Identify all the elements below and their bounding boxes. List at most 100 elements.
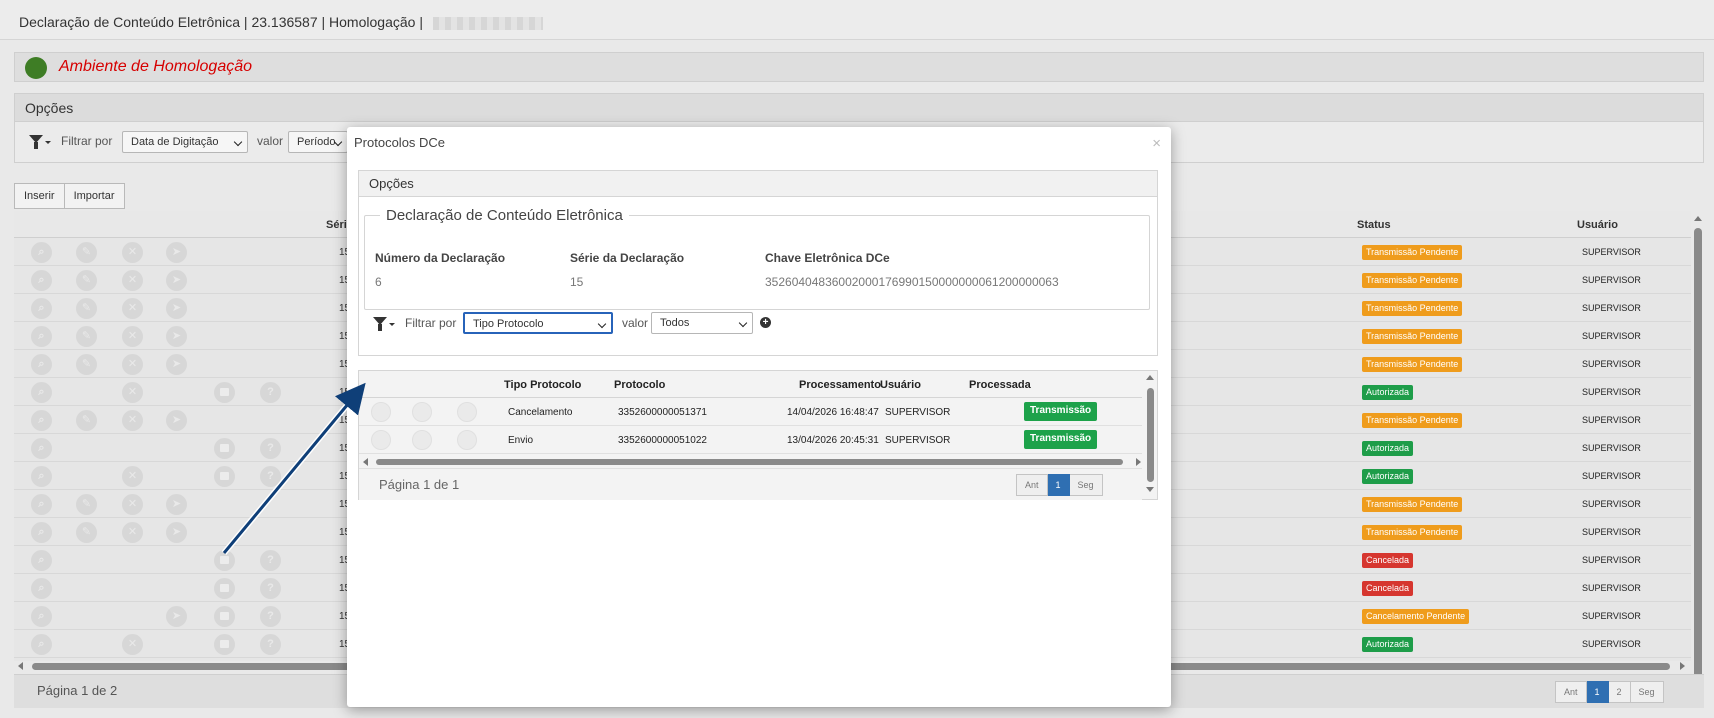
close-icon[interactable]: × (1152, 135, 1161, 152)
column-protocolo[interactable]: Protocolo (614, 379, 665, 391)
document-icon[interactable] (214, 438, 235, 459)
send-icon[interactable]: ➤ (166, 326, 187, 347)
import-button[interactable]: Importar (64, 183, 125, 209)
scroll-up-icon[interactable] (1694, 216, 1702, 221)
search-icon[interactable]: ⌕ (31, 270, 52, 291)
search-icon[interactable]: ⌕ (31, 326, 52, 347)
pager-page-1[interactable]: 1 (1047, 474, 1070, 496)
document-icon[interactable] (412, 430, 432, 450)
scrollbar-thumb[interactable] (1147, 388, 1154, 482)
document-icon[interactable] (214, 578, 235, 599)
scrollbar-thumb[interactable] (1694, 228, 1702, 693)
document-icon[interactable] (214, 382, 235, 403)
filter-select[interactable]: Data de Digitação (122, 131, 248, 153)
column-usuario[interactable]: Usuário (880, 379, 921, 391)
help-icon[interactable]: ? (260, 634, 281, 655)
pager-page-2[interactable]: 2 (1608, 681, 1631, 703)
search-icon[interactable]: ⌕ (31, 382, 52, 403)
help-icon[interactable]: ? (260, 578, 281, 599)
download-icon[interactable] (457, 430, 477, 450)
pager-next[interactable]: Seg (1630, 681, 1664, 703)
cancel-icon[interactable]: ✕ (122, 270, 143, 291)
insert-button[interactable]: Inserir (14, 183, 65, 209)
pager-next[interactable]: Seg (1069, 474, 1103, 496)
scroll-left-icon[interactable] (18, 662, 23, 670)
document-icon[interactable] (412, 402, 432, 422)
document-icon[interactable] (214, 466, 235, 487)
help-icon[interactable]: ? (260, 382, 281, 403)
search-icon[interactable]: ⌕ (31, 522, 52, 543)
search-icon[interactable]: ⌕ (31, 298, 52, 319)
search-icon[interactable]: ⌕ (31, 578, 52, 599)
edit-icon[interactable]: ✎ (76, 298, 97, 319)
cancel-icon[interactable]: ✕ (122, 410, 143, 431)
column-usuario[interactable]: Usuário (1577, 219, 1618, 231)
cancel-icon[interactable]: ✕ (122, 466, 143, 487)
transmission-button[interactable]: Transmissão (1024, 402, 1098, 421)
cancel-icon[interactable]: ✕ (122, 242, 143, 263)
table-row[interactable]: Envio 3352600000051022 13/04/2026 20:45:31… (359, 426, 1142, 454)
search-icon[interactable]: ⌕ (31, 550, 52, 571)
search-icon[interactable]: ⌕ (31, 634, 52, 655)
scroll-up-icon[interactable] (1146, 375, 1154, 380)
help-icon[interactable]: ? (260, 606, 281, 627)
column-processamento[interactable]: Processamento (799, 379, 881, 391)
search-icon[interactable] (371, 430, 391, 450)
download-icon[interactable] (457, 402, 477, 422)
value-select[interactable]: Todos (651, 312, 753, 334)
search-icon[interactable]: ⌕ (31, 242, 52, 263)
edit-icon[interactable]: ✎ (76, 242, 97, 263)
cancel-icon[interactable]: ✕ (122, 634, 143, 655)
search-icon[interactable]: ⌕ (31, 438, 52, 459)
pager-prev[interactable]: Ant (1016, 474, 1048, 496)
cancel-icon[interactable]: ✕ (122, 298, 143, 319)
cancel-icon[interactable]: ✕ (122, 382, 143, 403)
send-icon[interactable]: ➤ (166, 242, 187, 263)
filter-icon[interactable] (29, 135, 43, 149)
edit-icon[interactable]: ✎ (76, 270, 97, 291)
column-status[interactable]: Status (1357, 219, 1391, 231)
pager-prev[interactable]: Ant (1555, 681, 1587, 703)
search-icon[interactable]: ⌕ (31, 606, 52, 627)
vertical-scrollbar[interactable] (1144, 371, 1157, 496)
document-icon[interactable] (214, 606, 235, 627)
cancel-icon[interactable]: ✕ (122, 522, 143, 543)
scroll-down-icon[interactable] (1146, 487, 1154, 492)
filter-icon[interactable] (373, 317, 387, 331)
cancel-icon[interactable]: ✕ (122, 494, 143, 515)
send-icon[interactable]: ➤ (166, 354, 187, 375)
cancel-icon[interactable]: ✕ (122, 354, 143, 375)
edit-icon[interactable]: ✎ (76, 522, 97, 543)
caret-down-icon[interactable] (45, 141, 51, 144)
help-icon[interactable]: ? (260, 438, 281, 459)
horizontal-scrollbar[interactable] (361, 457, 1144, 467)
send-icon[interactable]: ➤ (166, 270, 187, 291)
table-row[interactable]: Cancelamento 3352600000051371 14/04/2026 1… (359, 398, 1142, 426)
search-icon[interactable]: ⌕ (31, 466, 52, 487)
pager-page-1[interactable]: 1 (1586, 681, 1609, 703)
edit-icon[interactable]: ✎ (76, 326, 97, 347)
scroll-right-icon[interactable] (1680, 662, 1685, 670)
column-processada[interactable]: Processada (969, 379, 1031, 391)
caret-down-icon[interactable] (389, 323, 395, 326)
cancel-icon[interactable]: ✕ (122, 326, 143, 347)
search-icon[interactable]: ⌕ (31, 494, 52, 515)
edit-icon[interactable]: ✎ (76, 410, 97, 431)
document-icon[interactable] (214, 634, 235, 655)
send-icon[interactable]: ➤ (166, 522, 187, 543)
search-icon[interactable]: ⌕ (31, 410, 52, 431)
scroll-right-icon[interactable] (1136, 458, 1141, 466)
scrollbar-thumb[interactable] (376, 459, 1123, 465)
help-icon[interactable]: ? (260, 466, 281, 487)
vertical-scrollbar[interactable] (1692, 211, 1704, 701)
search-icon[interactable]: ⌕ (31, 354, 52, 375)
send-icon[interactable]: ➤ (166, 606, 187, 627)
protocol-type-select[interactable]: Tipo Protocolo (463, 312, 613, 334)
add-filter-icon[interactable]: + (760, 317, 771, 328)
edit-icon[interactable]: ✎ (76, 354, 97, 375)
send-icon[interactable]: ➤ (166, 494, 187, 515)
search-icon[interactable] (371, 402, 391, 422)
document-icon[interactable] (214, 550, 235, 571)
edit-icon[interactable]: ✎ (76, 494, 97, 515)
scroll-left-icon[interactable] (363, 458, 368, 466)
